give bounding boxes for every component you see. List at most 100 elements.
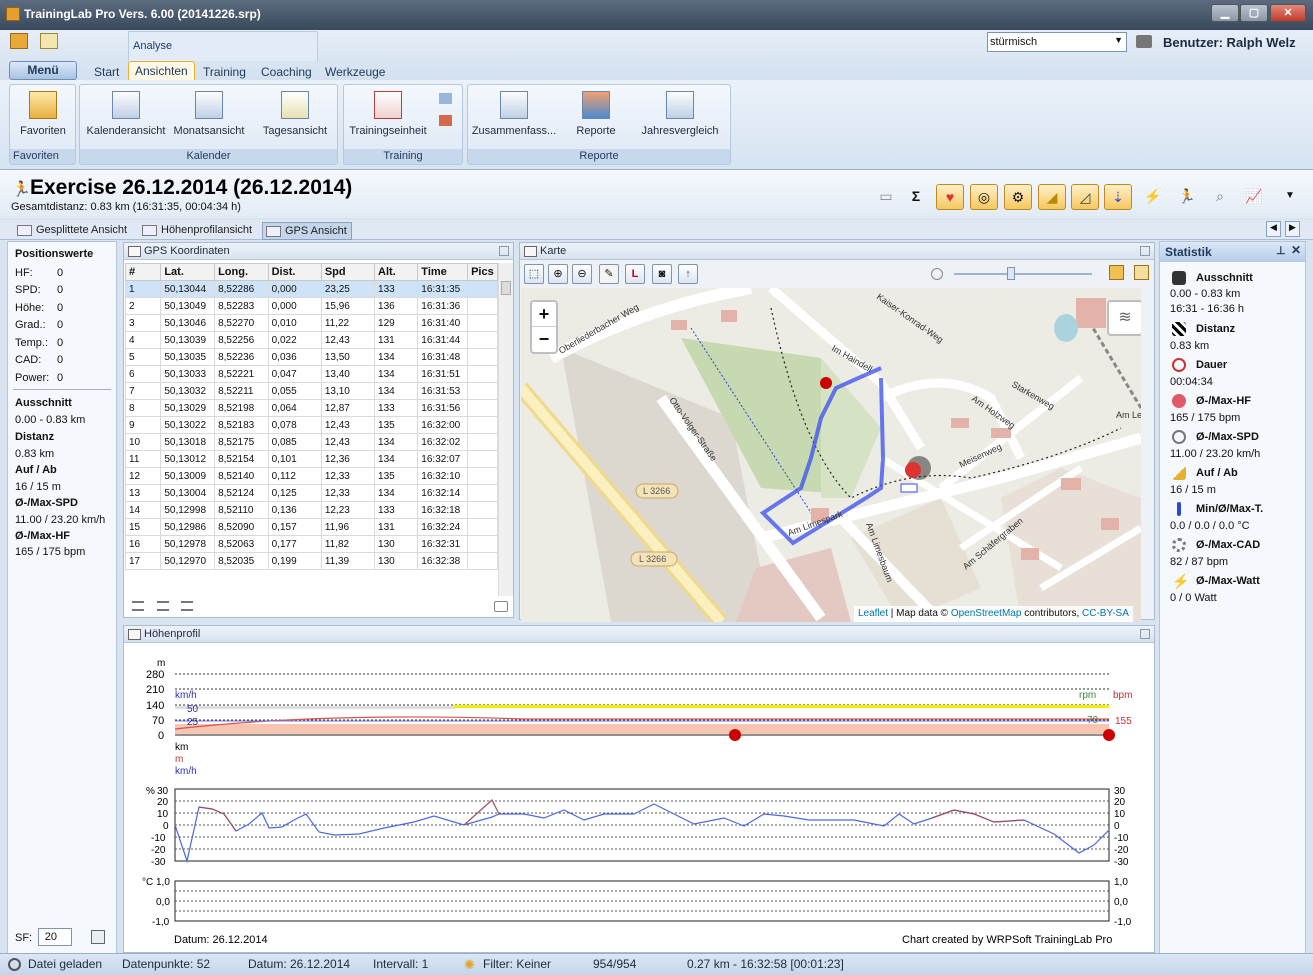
table-row[interactable]: 16 50,12978 8,52063 0,177 11,82 130 16:32:31 [124,535,498,553]
playback-slider[interactable] [954,273,1092,275]
search-icon[interactable]: ⌕ [1206,184,1234,210]
osm-link[interactable]: OpenStreetMap [951,608,1022,619]
quick-access-icon[interactable] [40,33,58,49]
users-icon[interactable] [1136,35,1152,48]
align-center-icon[interactable] [157,601,169,611]
column-header[interactable]: Spd [320,263,376,281]
camera-icon[interactable]: ◙ [652,264,672,284]
maximize-icon[interactable] [1140,246,1150,256]
layers-icon[interactable]: ≋ [1107,300,1141,336]
column-header[interactable]: Long. [214,263,269,281]
table-row[interactable]: 6 50,13033 8,52221 0,047 13,40 134 16:31:51 [124,365,498,383]
close-button[interactable]: ✕ [1270,4,1306,22]
tab-gesplittete-ansicht[interactable]: Gesplittete Ansicht [14,222,131,240]
maximize-icon[interactable] [1140,629,1150,639]
settings-icon[interactable] [91,930,105,944]
tab-start[interactable]: Start [88,63,125,81]
trainingseinheit-button[interactable]: Trainingseinheit [346,87,430,137]
column-header[interactable]: Dist. [267,263,322,281]
align-left-icon[interactable] [132,601,144,611]
temperature-icon[interactable]: ⇣ [1104,184,1132,210]
column-header[interactable]: Time [417,263,469,281]
speed-icon[interactable]: ◎ [970,184,998,210]
favoriten-button[interactable]: Favoriten [16,87,70,137]
tab-hoehenprofilansicht[interactable]: Höhenprofilansicht [139,222,256,240]
tab-scroll-right-icon[interactable]: ▶ [1285,221,1300,237]
scroll-thumb[interactable] [501,281,511,295]
table-row[interactable]: 2 50,13049 8,52283 0,000 15,96 136 16:31:36 [124,297,498,315]
select-area-icon[interactable]: ⬚ [524,264,544,284]
pin-icon[interactable]: ⊥ [1276,244,1286,257]
lap-marker-icon[interactable]: L [625,264,645,284]
table-row[interactable]: 10 50,13018 8,52175 0,085 12,43 134 16:32:02 [124,433,498,451]
column-header[interactable]: Lat. [160,263,216,281]
column-header[interactable]: Pics [467,263,498,281]
tab-gps-ansicht[interactable]: GPS Ansicht [262,222,352,240]
tagesansicht-button[interactable]: Tagesansicht [258,87,332,137]
elevation-icon[interactable]: ◢ [1038,184,1066,210]
maximize-button[interactable]: ▢ [1240,4,1268,22]
open-folder-icon[interactable] [1109,265,1124,280]
tab-werkzeuge[interactable]: Werkzeuge [319,63,391,81]
tab-coaching[interactable]: Coaching [255,63,318,81]
tab-ansichten[interactable]: Ansichten [128,61,195,81]
camera-icon[interactable] [494,601,508,612]
zoom-out-tool-icon[interactable]: ⊖ [572,264,592,284]
sigma-icon[interactable]: Σ [902,184,930,210]
zusammenfassung-button[interactable]: Zusammenfass... [470,87,558,137]
maximize-icon[interactable] [499,246,509,256]
tab-training[interactable]: Training [197,63,252,81]
license-link[interactable]: CC-BY-SA [1082,608,1129,619]
cadence-icon[interactable]: ⚙ [1004,184,1032,210]
profile-select[interactable]: stürmisch ▼ [987,32,1127,52]
zoom-out-button[interactable]: − [532,327,556,352]
tab-scroll-left-icon[interactable]: ◀ [1266,221,1281,237]
chart-icon[interactable]: 📈 [1240,184,1268,210]
table-row[interactable]: 15 50,12986 8,52090 0,157 11,96 131 16:32:24 [124,518,498,536]
heart-icon[interactable]: ♥ [936,184,964,210]
chevron-down-icon[interactable]: ▼ [1276,184,1304,210]
table-row[interactable]: 11 50,13012 8,52154 0,101 12,36 134 16:32:07 [124,450,498,468]
table-scrollbar[interactable] [498,263,513,596]
power-icon[interactable]: ⚡ [1139,184,1167,210]
table-cell: 0,157 [267,518,322,536]
table-row[interactable]: 4 50,13039 8,52256 0,022 12,43 131 16:31:44 [124,331,498,349]
play-icon[interactable] [931,268,943,280]
table-row[interactable]: 3 50,13046 8,52270 0,010 11,22 129 16:31:40 [124,314,498,332]
table-row[interactable]: 8 50,13029 8,52198 0,064 12,87 133 16:31:56 [124,399,498,417]
table-row[interactable]: 5 50,13035 8,52236 0,036 13,50 134 16:31:48 [124,348,498,366]
runner-filter-icon[interactable]: 🏃 [1173,184,1201,210]
kalenderansicht-button[interactable]: Kalenderansicht [84,87,168,137]
edit-icon[interactable] [1134,265,1149,280]
align-right-icon[interactable] [181,601,193,611]
minimize-button[interactable]: ▁ [1211,4,1239,22]
sf-stepper[interactable]: 20 [38,928,72,946]
table-row[interactable]: 7 50,13032 8,52211 0,055 13,10 134 16:31:53 [124,382,498,400]
table-row[interactable]: 14 50,12998 8,52110 0,136 12,23 133 16:32:18 [124,501,498,519]
grade-icon[interactable]: ◿ [1071,184,1099,210]
reporte-button[interactable]: Reporte [568,87,624,137]
wrench-icon[interactable]: ✎ [599,264,619,284]
status-filter[interactable]: Filter: Keiner [483,957,551,971]
table-row[interactable]: 17 50,12970 8,52035 0,199 11,39 130 16:32:38 [124,552,498,570]
table-row[interactable]: 13 50,13004 8,52124 0,125 12,33 134 16:32:14 [124,484,498,502]
column-header[interactable]: Alt. [374,263,419,281]
table-row[interactable]: 1 50,13044 8,52286 0,000 23,25 133 16:31:35 [124,280,498,298]
table-row[interactable]: 9 50,13022 8,52183 0,078 12,43 135 16:32:00 [124,416,498,434]
leaflet-link[interactable]: Leaflet [858,608,888,619]
close-icon[interactable]: ✕ [1291,243,1301,257]
table-row[interactable]: 12 50,13009 8,52140 0,112 12,33 135 16:32:10 [124,467,498,485]
slider-thumb[interactable] [1007,267,1015,280]
zoom-in-button[interactable]: + [532,302,556,327]
column-header[interactable]: # [124,263,162,281]
image-icon[interactable]: ▭ [872,184,900,210]
home-icon[interactable] [10,33,28,49]
map-view[interactable]: Oberliederbacher Weg Otto-Volger-Straße … [521,288,1141,622]
zoom-in-tool-icon[interactable]: ⊕ [548,264,568,284]
jahresvergleich-button[interactable]: Jahresvergleich [636,87,724,137]
arrow-up-icon[interactable]: ↑ [678,264,698,284]
monatsansicht-button[interactable]: Monatsansicht [170,87,248,137]
menu-button[interactable]: Menü [9,61,77,80]
bar-chart-icon[interactable] [439,115,452,126]
small-chart-icon[interactable] [439,93,452,104]
